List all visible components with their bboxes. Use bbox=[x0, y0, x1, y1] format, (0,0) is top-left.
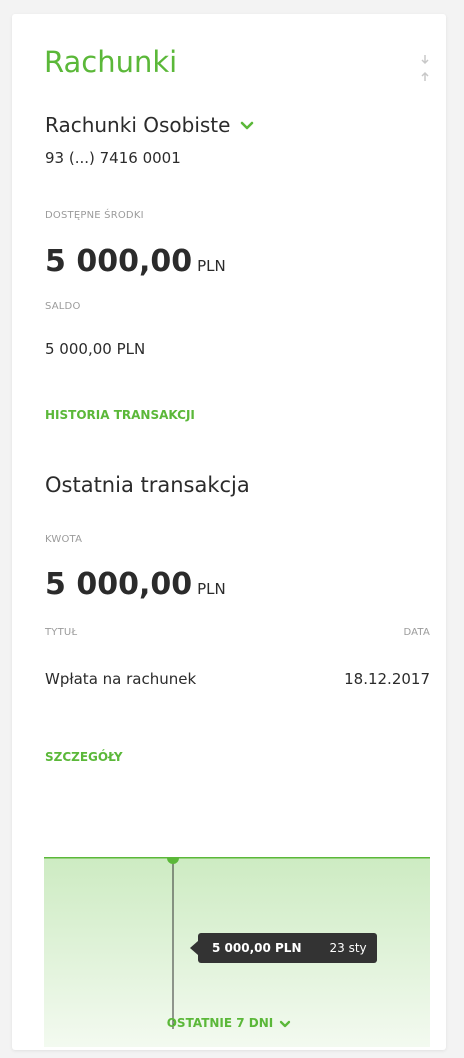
transaction-date: 18.12.2017 bbox=[344, 670, 430, 688]
available-funds-value: 5 000,00 bbox=[45, 244, 193, 279]
account-selector[interactable]: Rachunki Osobiste bbox=[45, 113, 254, 137]
transaction-amount: 5 000,00 PLN bbox=[45, 567, 226, 602]
available-funds-currency: PLN bbox=[197, 257, 226, 275]
transaction-history-link[interactable]: HISTORIA TRANSAKCJI bbox=[45, 408, 195, 422]
accounts-widget: Rachunki Rachunki Osobiste 93 (...) 7416… bbox=[12, 14, 446, 1050]
date-label: DATA bbox=[403, 627, 430, 638]
amount-label: KWOTA bbox=[45, 534, 83, 545]
transaction-title: Wpłata na rachunek bbox=[45, 670, 197, 688]
account-number: 93 (...) 7416 0001 bbox=[45, 149, 181, 167]
balance-label: SALDO bbox=[45, 301, 81, 312]
available-funds-amount: 5 000,00 PLN bbox=[45, 244, 226, 279]
last-transaction-title: Ostatnia transakcja bbox=[45, 473, 250, 497]
title-label: TYTUŁ bbox=[45, 627, 78, 638]
account-name: Rachunki Osobiste bbox=[45, 113, 231, 137]
period-label: OSTATNIE 7 DNI bbox=[166, 1016, 274, 1030]
transaction-currency: PLN bbox=[197, 580, 226, 598]
chevron-down-icon bbox=[279, 1017, 291, 1031]
chevron-down-icon bbox=[241, 121, 254, 130]
widget-title: Rachunki bbox=[44, 45, 178, 79]
chart-tooltip: 5 000,00 PLN 23 sty bbox=[190, 933, 377, 963]
balance-value: 5 000,00 PLN bbox=[45, 340, 146, 358]
tooltip-date: 23 sty bbox=[329, 941, 367, 955]
available-funds-label: DOSTĘPNE ŚRODKI bbox=[45, 210, 144, 221]
transaction-amount-value: 5 000,00 bbox=[45, 567, 193, 602]
drag-handle-icon[interactable] bbox=[418, 54, 432, 82]
details-link[interactable]: SZCZEGÓŁY bbox=[45, 750, 123, 764]
tooltip-amount: 5 000,00 PLN bbox=[212, 941, 302, 955]
period-selector[interactable]: OSTATNIE 7 DNI bbox=[12, 1016, 446, 1031]
